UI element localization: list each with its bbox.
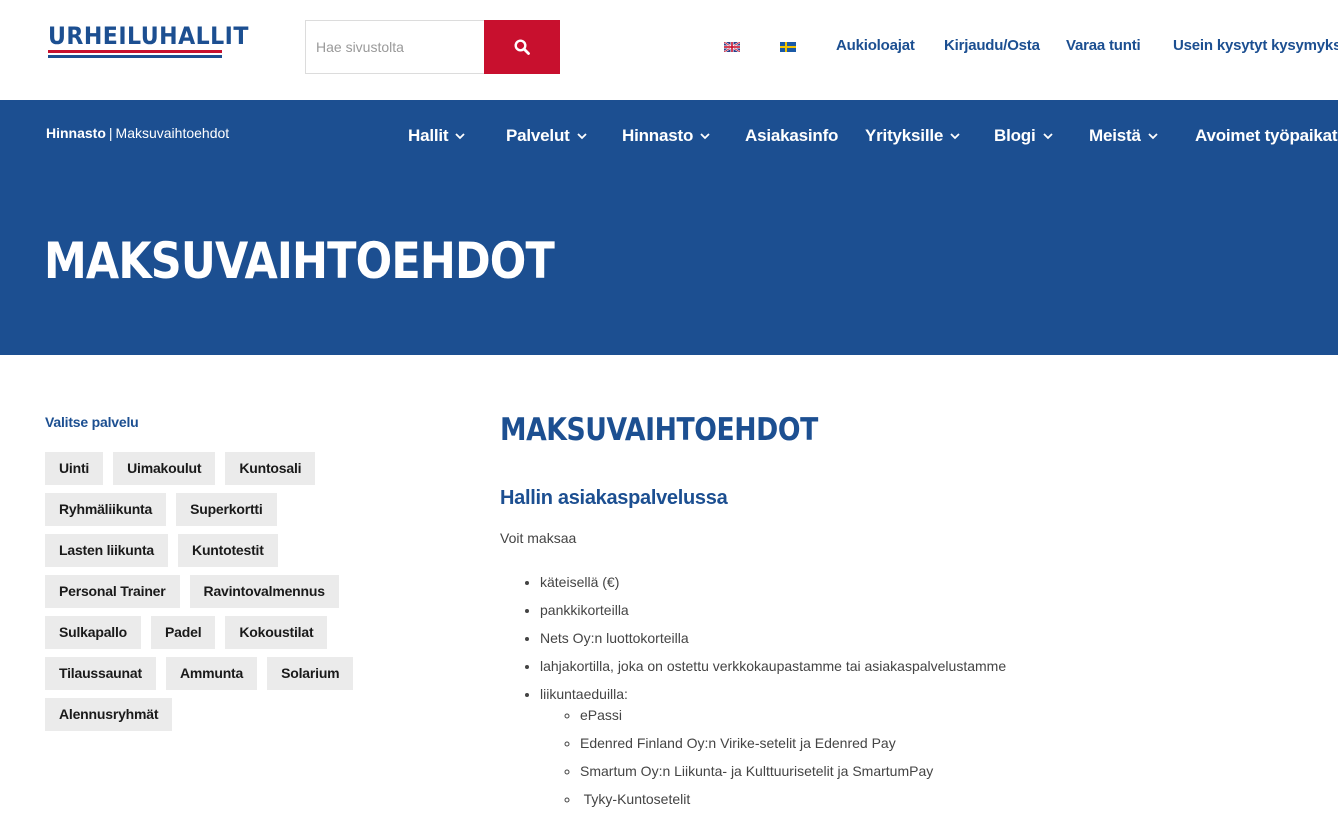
search-icon [514, 39, 530, 55]
tag-ryhmaliikunta[interactable]: Ryhmäliikunta [45, 493, 167, 526]
tag-padel[interactable]: Padel [151, 616, 216, 649]
list-item: käteisellä (€) [540, 574, 1300, 590]
nav-hinnasto[interactable]: Hinnasto [622, 126, 710, 146]
list-item-text: käteisellä (€) [540, 574, 620, 590]
tag-ammunta[interactable]: Ammunta [165, 657, 258, 690]
sublist-item-text: Edenred Finland Oy:n Virike-setelit ja E… [580, 735, 896, 751]
chevron-down-icon [950, 133, 960, 140]
sublist-item: ePassi [580, 707, 1300, 723]
payment-list: käteisellä (€) pankkikorteilla Nets Oy:n… [500, 574, 1300, 807]
search-form [305, 20, 560, 74]
tag-alennusryhmat[interactable]: Alennusryhmät [45, 698, 173, 731]
tag-sulkapallo[interactable]: Sulkapallo [45, 616, 142, 649]
tag-personal-trainer[interactable]: Personal Trainer [45, 575, 180, 608]
urheiluhallit-logo[interactable]: URHEILUHALLIT [48, 22, 249, 64]
hero-title: MAKSUVAIHTOEHDOT [44, 232, 555, 290]
content-subtitle: Hallin asiakaspalvelussa [500, 487, 728, 509]
tag-kuntotestit[interactable]: Kuntotestit [178, 534, 278, 567]
nav-label: Meistä [1089, 126, 1141, 145]
breadcrumb: Hinnasto | Maksuvaihtoehdot [46, 125, 229, 141]
tag-ravintovalmennus[interactable]: Ravintovalmennus [189, 575, 339, 608]
sublist-item-text: ePassi [580, 707, 623, 723]
link-varaa-tunti[interactable]: Varaa tunti [1066, 37, 1141, 54]
nav-asiakasinfo[interactable]: Asiakasinfo [745, 126, 838, 146]
nav-label: Hallit [408, 126, 449, 145]
intro-text: Voit maksaa [500, 530, 577, 546]
nav-label: Hinnasto [622, 126, 694, 145]
nav-avoimet-tyopaikat[interactable]: Avoimet työpaikat [1195, 126, 1338, 146]
link-usein-kysytyt[interactable]: Usein kysytyt kysymykset [1173, 37, 1338, 54]
main-content: MAKSUVAIHTOEHDOT Hallin asiakaspalveluss… [500, 412, 1300, 819]
nav-label: Yrityksille [865, 126, 944, 145]
sublist-item-text: Tyky-Kuntosetelit [580, 791, 691, 807]
tag-superkortti[interactable]: Superkortti [176, 493, 277, 526]
service-tags: Uinti Uimakoulut Kuntosali Ryhmäliikunta… [45, 452, 405, 731]
tag-kuntosali[interactable]: Kuntosali [225, 452, 316, 485]
tag-lasten-liikunta[interactable]: Lasten liikunta [45, 534, 169, 567]
sublist-item: Smartum Oy:n Liikunta- ja Kulttuurisetel… [580, 763, 1300, 779]
search-input[interactable] [305, 20, 484, 74]
chevron-down-icon [1148, 133, 1158, 140]
flag-uk-icon[interactable] [724, 42, 740, 52]
nav-meista[interactable]: Meistä [1089, 126, 1158, 146]
link-aukioloajat[interactable]: Aukioloajat [836, 37, 915, 54]
flag-sweden-icon[interactable] [780, 42, 796, 52]
chevron-down-icon [1042, 133, 1053, 140]
breadcrumb-current: Maksuvaihtoehdot [115, 125, 230, 141]
nav-palvelut[interactable]: Palvelut [506, 126, 587, 146]
list-item: liikuntaeduilla: ePassi Edenred Finland … [540, 686, 1300, 807]
nav-label: Avoimet työpaikat [1195, 126, 1338, 145]
list-item: pankkikorteilla [540, 602, 1300, 618]
tag-kokoustilat[interactable]: Kokoustilat [225, 616, 328, 649]
sublist-item-text: Smartum Oy:n Liikunta- ja Kulttuurisetel… [580, 763, 934, 779]
logo-text: URHEILUHALLIT [48, 22, 249, 50]
tag-solarium[interactable]: Solarium [267, 657, 354, 690]
benefit-sublist: ePassi Edenred Finland Oy:n Virike-setel… [540, 707, 1300, 807]
search-button[interactable] [484, 20, 560, 74]
chevron-down-icon [455, 133, 466, 140]
nav-hallit[interactable]: Hallit [408, 126, 466, 146]
breadcrumb-separator: | [108, 125, 113, 141]
chevron-down-icon [700, 133, 710, 140]
logo-stripe-red [48, 50, 222, 53]
tag-tilaussaunat[interactable]: Tilaussaunat [45, 657, 156, 690]
top-header: URHEILUHALLIT Aukioloajat Kirjaudu/Osta … [0, 0, 1338, 100]
sublist-item: Tyky-Kuntosetelit [580, 791, 1300, 807]
logo-stripe-blue [48, 55, 222, 58]
breadcrumb-parent[interactable]: Hinnasto [46, 125, 106, 141]
list-item: Nets Oy:n luottokorteilla [540, 630, 1300, 646]
nav-label: Asiakasinfo [745, 126, 839, 145]
list-item: lahjakortilla, joka on ostettu verkkokau… [540, 658, 1300, 674]
nav-label: Palvelut [506, 126, 570, 145]
list-item-text: Nets Oy:n luottokorteilla [540, 630, 689, 646]
list-item-text: liikuntaeduilla: [540, 686, 628, 702]
chevron-down-icon [576, 133, 587, 140]
link-kirjaudu-osta[interactable]: Kirjaudu/Osta [944, 37, 1040, 54]
sublist-item: Edenred Finland Oy:n Virike-setelit ja E… [580, 735, 1300, 751]
nav-label: Blogi [994, 126, 1036, 145]
service-sidebar: Valitse palvelu Uinti Uimakoulut Kuntosa… [45, 414, 405, 731]
nav-blogi[interactable]: Blogi [994, 126, 1053, 146]
list-item-text: lahjakortilla, joka on ostettu verkkokau… [540, 658, 1007, 674]
content-title: MAKSUVAIHTOEHDOT [500, 412, 818, 448]
tag-uimakoulut[interactable]: Uimakoulut [113, 452, 216, 485]
nav-yrityksille[interactable]: Yrityksille [865, 126, 960, 146]
list-item-text: pankkikorteilla [540, 602, 629, 618]
sidebar-title: Valitse palvelu [45, 414, 139, 430]
hero-banner: Hinnasto | Maksuvaihtoehdot Hallit Palvelu… [0, 100, 1338, 355]
tag-uinti[interactable]: Uinti [45, 452, 104, 485]
